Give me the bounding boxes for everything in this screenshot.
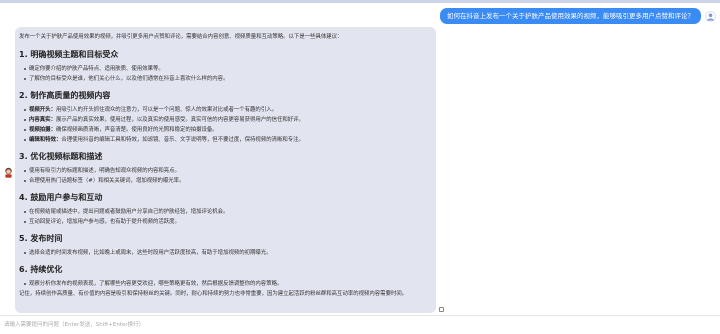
section-5: 5. 发布时间 选择合适的时间发布视频，比如晚上或周末，这些时段用户活跃度较高，… <box>19 233 432 258</box>
list-item: 内容真实：展示产品的真实效果，使用过程，以及真实的使用感受。真实可信的内容更容易… <box>24 115 432 125</box>
section-2: 2. 制作高质量的视频内容 视频开头：用吸引人的开头抓住观众的注意力，可以是一个… <box>19 90 432 145</box>
section-title: 5. 发布时间 <box>19 234 63 243</box>
input-bar <box>0 315 720 334</box>
section-1: 1. 明确视频主题和目标受众 确定你要介绍的护肤产品特点、适用肤质、使用效果等。… <box>19 49 432 84</box>
copy-icon[interactable] <box>439 307 444 312</box>
user-avatar-icon <box>707 13 714 20</box>
list-item: 视频拍摄：确保视频画质清晰，声音清楚。使用良好的光照和稳定的拍摄设备。 <box>24 125 432 135</box>
section-4: 4. 鼓励用户参与和互动 在视频结尾或描述中，提出问题或者鼓励用户分享自己的护肤… <box>19 192 432 227</box>
assistant-avatar-icon <box>5 167 12 178</box>
user-message-row: 如何在抖音上发布一个关于护肤产品使用效果的视频，能够吸引更多用户点赞和评论？ <box>440 7 716 25</box>
section-list: 选择合适的时间发布视频，比如晚上或周末，这些时段用户活跃度较高，有助于增加视频的… <box>19 248 432 258</box>
section-list: 确定你要介绍的护肤产品特点、适用肤质、使用效果等。 了解你的目标受众是谁，他们关… <box>19 64 432 84</box>
section-list: 使用有吸引力的标题和描述，明确告知观众视频的内容和亮点。 合理使用热门话题标签（… <box>19 166 432 186</box>
list-item: 确定你要介绍的护肤产品特点、适用肤质、使用效果等。 <box>24 64 432 74</box>
section-title: 6. 持续优化 <box>19 265 63 274</box>
section-3: 3. 优化视频标题和描述 使用有吸引力的标题和描述，明确告知观众视频的内容和亮点… <box>19 151 432 186</box>
list-item: 选择合适的时间发布视频，比如晚上或周末，这些时段用户活跃度较高，有助于增加视频的… <box>24 248 432 258</box>
section-list: 在视频结尾或描述中，提出问题或者鼓励用户分享自己的护肤经验，增加评论机会。 互动… <box>19 207 432 227</box>
list-item: 视频开头：用吸引人的开头抓住观众的注意力，可以是一个问题、惊人的效果对比或者一个… <box>24 105 432 115</box>
section-list: 视频开头：用吸引人的开头抓住观众的注意力，可以是一个问题、惊人的效果对比或者一个… <box>19 105 432 145</box>
question-input[interactable] <box>4 319 716 332</box>
section-6: 6. 持续优化 观察分析你发布的视频表现，了解哪些内容更受欢迎，哪些策略更有效，… <box>19 264 432 289</box>
user-avatar <box>705 10 716 22</box>
assistant-closing: 记住，持续创作高质量、有价值的内容是吸引和保持粉丝的关键。同时，耐心和持续的努力… <box>19 291 408 297</box>
chat-area[interactable]: 如何在抖音上发布一个关于护肤产品使用效果的视频，能够吸引更多用户点赞和评论？ 发… <box>0 3 720 315</box>
list-item: 编辑和特效：合理使用抖音的编辑工具和特效，如滤镜、音乐、文字说明等，但不要过度，… <box>24 135 432 145</box>
section-title: 3. 优化视频标题和描述 <box>19 152 103 161</box>
assistant-message-bubble: 发布一个关于护肤产品使用效果的视频，并吸引更多用户点赞和评论，需要结合内容创意、… <box>15 27 436 313</box>
list-item: 在视频结尾或描述中，提出问题或者鼓励用户分享自己的护肤经验，增加评论机会。 <box>24 207 432 217</box>
list-item: 使用有吸引力的标题和描述，明确告知观众视频的内容和亮点。 <box>24 166 432 176</box>
user-message-bubble: 如何在抖音上发布一个关于护肤产品使用效果的视频，能够吸引更多用户点赞和评论？ <box>440 8 701 24</box>
section-title: 1. 明确视频主题和目标受众 <box>19 50 119 59</box>
list-item: 观察分析你发布的视频表现，了解哪些内容更受欢迎，哪些策略更有效，然后根据反馈调整… <box>24 279 432 289</box>
assistant-intro: 发布一个关于护肤产品使用效果的视频，并吸引更多用户点赞和评论，需要结合内容创意、… <box>19 34 343 40</box>
section-list: 观察分析你发布的视频表现，了解哪些内容更受欢迎，哪些策略更有效，然后根据反馈调整… <box>19 279 432 289</box>
section-title: 2. 制作高质量的视频内容 <box>19 91 111 100</box>
list-item: 合理使用热门话题标签（#）和相关关键词，增加视频的曝光率。 <box>24 176 432 186</box>
list-item: 了解你的目标受众是谁，他们关心什么，以及他们通常在抖音上喜欢什么样的内容。 <box>24 74 432 84</box>
list-item: 互动回复评论，增加用户参与感，也有助于提升视频的活跃度。 <box>24 217 432 227</box>
section-title: 4. 鼓励用户参与和互动 <box>19 193 103 202</box>
